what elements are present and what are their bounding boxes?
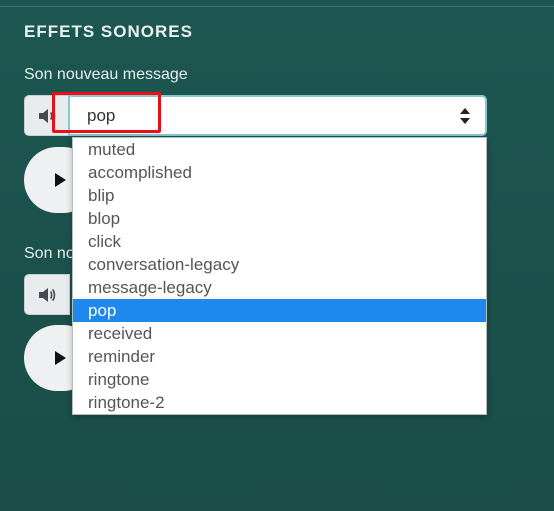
option-click[interactable]: click [73, 230, 486, 253]
option-accomplished[interactable]: accomplished [73, 161, 486, 184]
option-muted[interactable]: muted [73, 138, 486, 161]
select-arrows-icon [460, 108, 470, 124]
option-reminder[interactable]: reminder [73, 345, 486, 368]
new-message-sound-label: Son nouveau message [24, 66, 188, 83]
option-ringtone[interactable]: ringtone [73, 368, 486, 391]
play-icon [55, 351, 66, 365]
speaker-icon [39, 287, 56, 302]
option-received[interactable]: received [73, 322, 486, 345]
option-pop[interactable]: pop [73, 299, 486, 322]
top-border [0, 6, 554, 7]
second-sound-row [24, 274, 70, 315]
option-ringtone-2[interactable]: ringtone-2 [73, 391, 486, 414]
section-title: EFFETS SONORES [24, 22, 193, 41]
second-sound-label: Son no [24, 245, 75, 262]
speaker-button-2[interactable] [24, 274, 70, 315]
option-blip[interactable]: blip [73, 184, 486, 207]
option-blop[interactable]: blop [73, 207, 486, 230]
play-icon [55, 173, 66, 187]
option-conversation-legacy[interactable]: conversation-legacy [73, 253, 486, 276]
highlight-box [52, 92, 161, 133]
option-message-legacy[interactable]: message-legacy [73, 276, 486, 299]
sound-options-dropdown: muted accomplished blip blop click conve… [72, 137, 487, 415]
